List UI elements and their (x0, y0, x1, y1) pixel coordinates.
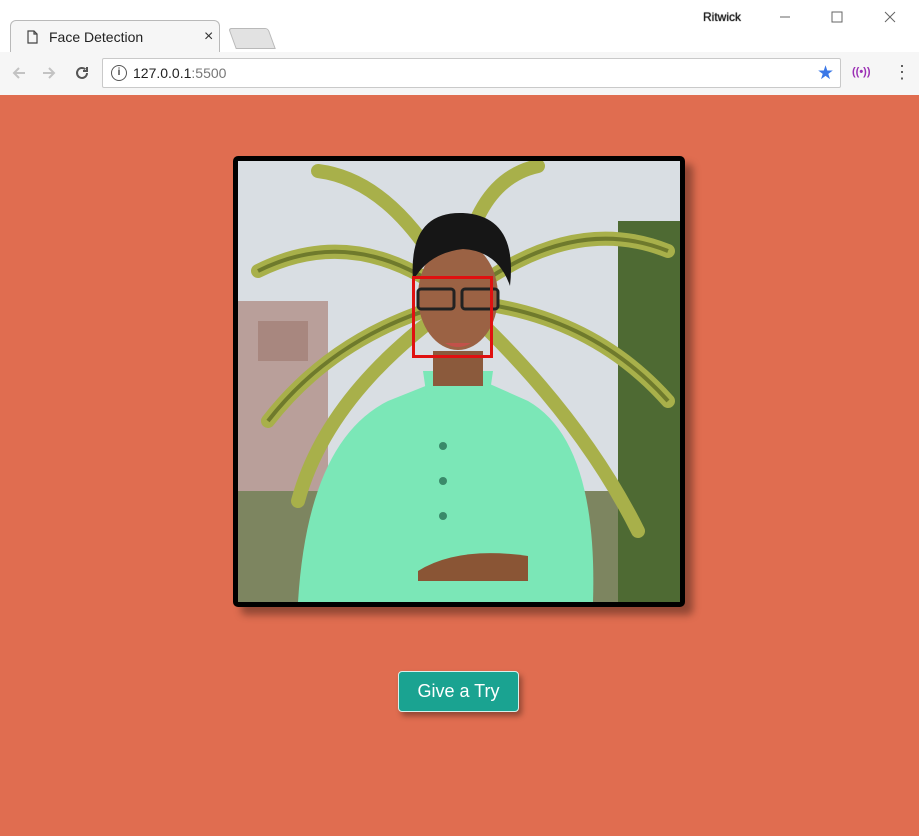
menu-icon[interactable]: ⋮ (893, 62, 911, 83)
back-icon[interactable] (8, 62, 30, 84)
face-detection-box (412, 276, 493, 358)
tab-face-detection[interactable]: Face Detection × (10, 20, 220, 53)
new-tab-button[interactable] (228, 28, 276, 49)
browser-titlebar: Face Detection × Ritwick (0, 0, 919, 53)
minimize-icon[interactable] (772, 6, 798, 28)
close-tab-icon[interactable]: × (204, 28, 213, 46)
url-host: 127.0.0.1 (133, 65, 192, 81)
close-icon[interactable] (877, 6, 903, 28)
profile-name[interactable]: Ritwick (703, 10, 741, 24)
url-text: 127.0.0.1:5500 (133, 65, 226, 81)
browser-toolbar: i 127.0.0.1:5500 ★ ((•)) ⋮ (0, 52, 919, 95)
portrait-photo (238, 161, 680, 602)
forward-icon[interactable] (38, 62, 60, 84)
cast-extension-icon[interactable]: ((•)) (852, 66, 871, 78)
url-port: :5500 (191, 65, 227, 81)
page-icon (27, 30, 38, 44)
address-bar[interactable]: i 127.0.0.1:5500 ★ (102, 58, 841, 88)
portrait-illustration (238, 161, 680, 602)
tab-title: Face Detection (49, 29, 144, 45)
star-icon[interactable]: ★ (817, 62, 834, 85)
give-a-try-button[interactable]: Give a Try (398, 671, 519, 712)
maximize-icon[interactable] (824, 6, 850, 28)
info-icon[interactable]: i (111, 65, 127, 81)
photo-frame (233, 156, 685, 607)
reload-icon[interactable] (71, 62, 93, 84)
